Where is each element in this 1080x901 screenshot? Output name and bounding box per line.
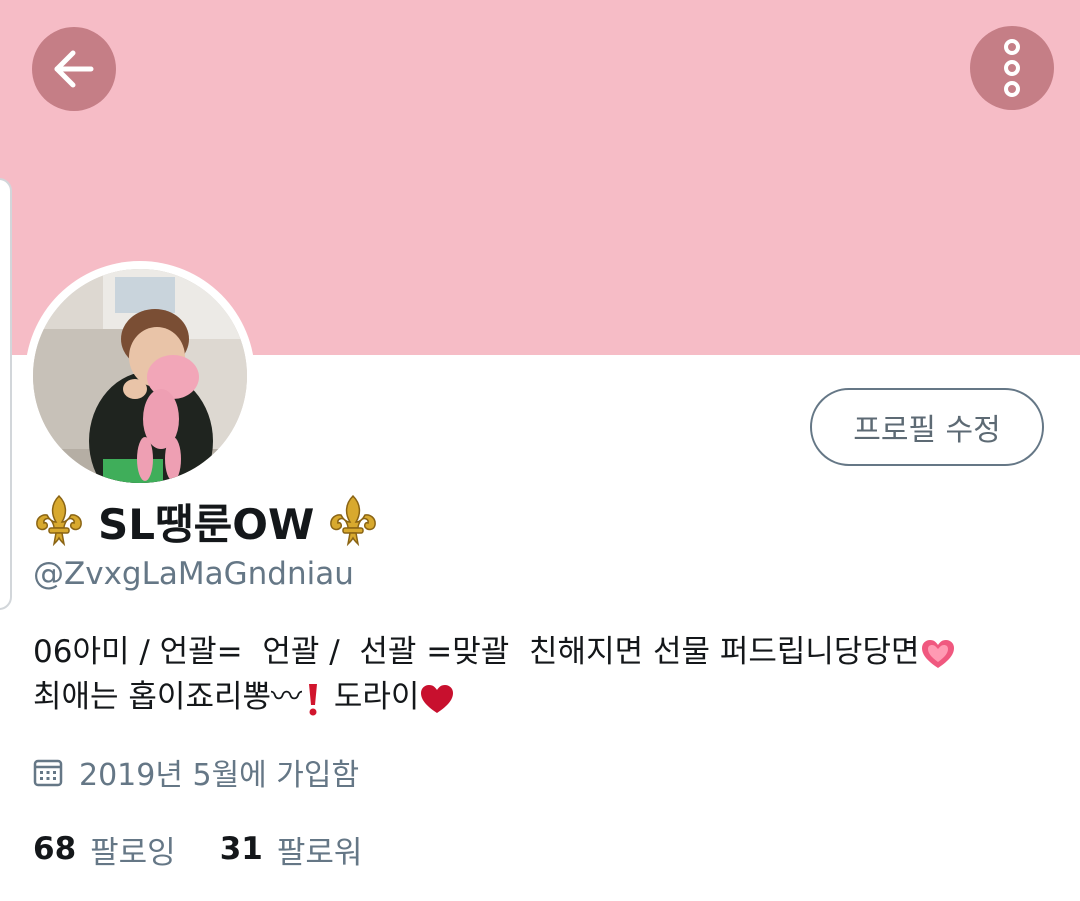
bio-line-1: 06아미 / 언괄= 언괄 / 선괄 =맞괄 친해지면 선물 퍼드립니당당면	[33, 634, 920, 670]
calendar-icon	[33, 759, 63, 787]
more-options-button[interactable]	[970, 26, 1054, 110]
display-name-row: SL땡룬OW	[30, 490, 382, 552]
bio-line-2-end: 도라이	[324, 679, 420, 715]
red-heart-icon	[421, 684, 454, 713]
following-label: 팔로잉	[90, 834, 176, 871]
bio-line-2: 최애는 홉이죠리뽕〰	[33, 679, 303, 715]
followers-link[interactable]: 31 팔로워	[220, 827, 363, 872]
user-handle: @ZvxgLaMaGndniau	[33, 556, 354, 592]
followers-label: 팔로워	[276, 834, 363, 871]
follow-stats: 68 팔로잉 31 팔로워	[33, 826, 406, 872]
following-link[interactable]: 68 팔로잉	[33, 827, 176, 872]
following-count: 68	[33, 831, 77, 867]
back-button[interactable]	[32, 27, 116, 111]
join-date: 2019년 5월에 가입함	[33, 750, 359, 794]
join-date-text: 2019년 5월에 가입함	[79, 758, 360, 793]
exclamation-icon	[309, 683, 318, 715]
followers-count: 31	[219, 831, 263, 867]
edit-profile-button[interactable]: 프로필 수정	[810, 388, 1044, 466]
arrow-left-icon	[54, 50, 94, 88]
fleur-de-lis-icon	[36, 494, 82, 547]
display-name: SL땡룬OW	[98, 499, 315, 549]
avatar-photo	[33, 269, 247, 483]
profile-bio: 06아미 / 언괄= 언괄 / 선괄 =맞괄 친해지면 선물 퍼드립니당당면 최…	[33, 630, 956, 720]
avatar[interactable]	[25, 261, 255, 491]
fleur-de-lis-icon	[330, 494, 377, 547]
drawer-edge-handle[interactable]	[0, 178, 12, 610]
more-vertical-icon	[1004, 39, 1020, 97]
sparkling-heart-icon	[921, 639, 954, 668]
